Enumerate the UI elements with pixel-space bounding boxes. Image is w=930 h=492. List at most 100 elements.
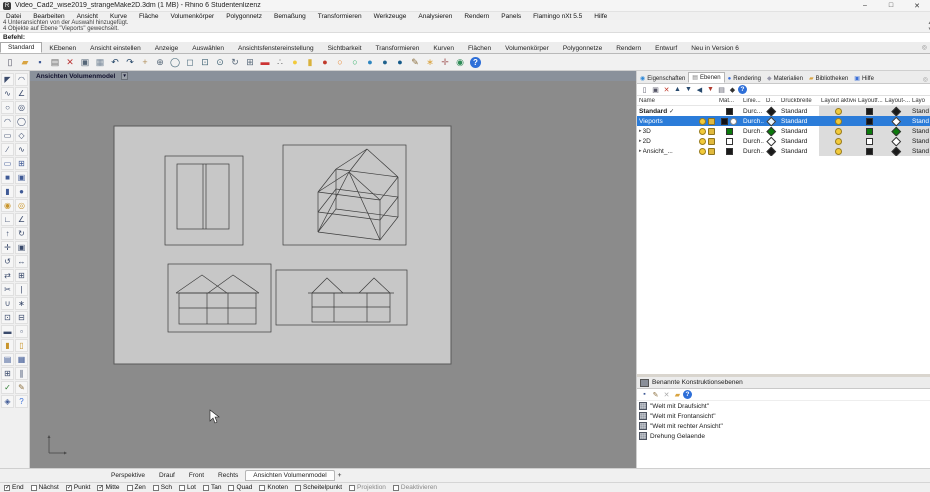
menu-transformieren[interactable]: Transformieren (312, 13, 368, 20)
toolbar-tab-volumenk-rper[interactable]: Volumenkörper (498, 44, 556, 53)
print-color-cell[interactable] (764, 126, 779, 136)
save-file-icon[interactable]: ▪ (33, 55, 47, 69)
layout-print-width-cell[interactable]: Stand (910, 126, 930, 136)
boolean-union-icon[interactable]: ◉ (1, 199, 14, 212)
layer-name-cell[interactable]: ▸ 3D (637, 126, 717, 136)
print-color-cell[interactable] (764, 116, 779, 126)
help-notes-icon[interactable]: ? (15, 395, 28, 408)
boolean-difference-icon[interactable]: ◎ (15, 199, 28, 212)
mirror-tool-icon[interactable]: ⇄ (1, 269, 14, 282)
material-cell[interactable] (717, 146, 741, 156)
tools-icon[interactable]: ◆ (727, 85, 738, 95)
close-button[interactable]: ✕ (904, 2, 930, 10)
layer-on-bulb-icon[interactable] (699, 117, 706, 125)
linetype-cell[interactable]: Durch... (741, 126, 764, 136)
layout-on-cell[interactable] (819, 146, 856, 156)
layer-on-bulb-icon[interactable] (699, 137, 706, 145)
cplane-item-welt-mit-draufsicht[interactable]: "Welt mit Draufsicht" (637, 401, 930, 411)
help-icon[interactable]: ? (470, 56, 481, 68)
osnap-projektion[interactable]: Projektion (349, 484, 386, 491)
osnap-checkbox[interactable] (392, 484, 399, 491)
osnap-mitte[interactable]: ✓ Mitte (97, 484, 120, 491)
shaded-mode-icon[interactable]: ● (318, 55, 332, 69)
hide-objects-icon[interactable]: ▬ (1, 325, 14, 338)
tab-eigenschaften[interactable]: ◉ Eigenschaften (637, 74, 688, 83)
zoom-extents-icon[interactable]: ⊡ (198, 55, 212, 69)
layer-name-cell[interactable]: ▸ Ansicht_... (637, 146, 717, 156)
print-color-diamond[interactable] (766, 136, 777, 146)
grid-snap-icon[interactable]: ⊞ (1, 367, 14, 380)
ghosted-mode-icon[interactable]: ○ (333, 55, 347, 69)
print-icon[interactable]: ▤ (48, 55, 62, 69)
viewport-dropdown-icon[interactable]: ▾ (121, 72, 128, 80)
ortho-icon[interactable]: ∥ (15, 367, 28, 380)
layout-color-cell[interactable] (856, 146, 883, 156)
layout-print-color-cell[interactable] (883, 126, 910, 136)
select-arrow-icon[interactable]: ◤ (1, 73, 14, 86)
collapse-all-icon[interactable]: ◀ (694, 85, 705, 95)
viewport-tab-drauf[interactable]: Drauf (152, 471, 182, 480)
help-icon[interactable]: ? (683, 390, 692, 399)
light-bulb-icon[interactable]: ● (288, 55, 302, 69)
options-gear-icon[interactable]: ∗ (423, 55, 437, 69)
ungroup-icon[interactable]: ⊟ (15, 311, 28, 324)
tab-bibliotheken[interactable]: ▰ Bibliotheken (806, 74, 851, 83)
toolbar-tab-kurven[interactable]: Kurven (426, 44, 461, 53)
open-cplane-icon[interactable]: ▰ (672, 390, 683, 400)
revolve-icon[interactable]: ↻ (15, 227, 28, 240)
print-color-diamond[interactable] (891, 146, 902, 156)
layout-print-width-cell[interactable]: Stand (910, 106, 930, 116)
new-sublayer-icon[interactable]: ▣ (650, 85, 661, 95)
properties-dialog-icon[interactable]: ▦ (15, 353, 28, 366)
osnap-checkbox[interactable] (178, 484, 185, 491)
layout-on-bulb-icon[interactable] (835, 117, 842, 125)
polygon-icon[interactable]: ◇ (15, 129, 28, 142)
layer-name-cell[interactable]: Standard ✓ (637, 106, 717, 116)
toolbar-tab-transformieren[interactable]: Transformieren (369, 44, 427, 53)
viewport-tab-rechts[interactable]: Rechts (211, 471, 245, 480)
menu-werkzeuge[interactable]: Werkzeuge (368, 13, 413, 20)
zoom-selected-icon[interactable]: ⊙ (213, 55, 227, 69)
annotate-icon[interactable]: ✎ (408, 55, 422, 69)
column-header-name[interactable]: Name (637, 98, 717, 104)
layout-print-color-cell[interactable] (883, 106, 910, 116)
hide-object-icon[interactable]: ▬ (258, 55, 272, 69)
column-header-layo[interactable]: Layo (910, 98, 930, 104)
material-cell[interactable] (717, 126, 741, 136)
check-select-icon[interactable]: ✓ (1, 381, 14, 394)
osnap-scheitelpunkt[interactable]: Scheitelpunkt (294, 484, 342, 491)
osnap-tan[interactable]: Tan (202, 484, 221, 491)
menu-polygonnetz[interactable]: Polygonnetz (220, 13, 268, 20)
move-up-icon[interactable]: ▲ (672, 85, 683, 95)
extrude-icon[interactable]: ↑ (1, 227, 14, 240)
linetype-cell[interactable]: Durc... (741, 106, 764, 116)
wireframe-mode-icon[interactable]: ○ (348, 55, 362, 69)
print-color-cell[interactable] (764, 146, 779, 156)
linetype-cell[interactable]: Durch... (741, 116, 764, 126)
layer-color-swatch[interactable] (866, 137, 873, 145)
linetype-cell[interactable]: Durch... (741, 146, 764, 156)
rotate-view-icon[interactable]: ↻ (228, 55, 242, 69)
scale-tool-icon[interactable]: ↔ (15, 255, 28, 268)
layer-lock-icon[interactable] (708, 137, 715, 145)
undo-icon[interactable]: ↶ (108, 55, 122, 69)
layout-color-cell[interactable] (856, 136, 883, 146)
menu-bearbeiten[interactable]: Bearbeiten (27, 13, 70, 20)
osnap-checkbox[interactable]: ✓ (65, 484, 72, 491)
layer-name-cell[interactable]: ▸ 2D (637, 136, 717, 146)
minimize-button[interactable]: – (852, 2, 878, 9)
osnap-punkt[interactable]: ✓ Punkt (65, 484, 90, 491)
column-header-layoutf[interactable]: Layoutf... (856, 98, 883, 104)
print-width-cell[interactable]: Standard (779, 126, 819, 136)
viewport-tab-ansichten-volumenmodel[interactable]: Ansichten Volumenmodel (245, 470, 335, 481)
line-icon[interactable]: ∕ (1, 143, 14, 156)
linetype-cell[interactable]: Durch... (741, 136, 764, 146)
column-header-mat[interactable]: Mat... (717, 98, 741, 104)
layer-color-swatch[interactable] (721, 117, 728, 125)
print-color-diamond[interactable] (766, 126, 777, 136)
maximize-button[interactable]: □ (878, 2, 904, 9)
zoom-dynamic-icon[interactable]: ◯ (168, 55, 182, 69)
show-objects-icon[interactable]: ▫ (15, 325, 28, 338)
osnap-checkbox[interactable] (228, 484, 235, 491)
toolbar-tab-rendern[interactable]: Rendern (609, 44, 648, 53)
